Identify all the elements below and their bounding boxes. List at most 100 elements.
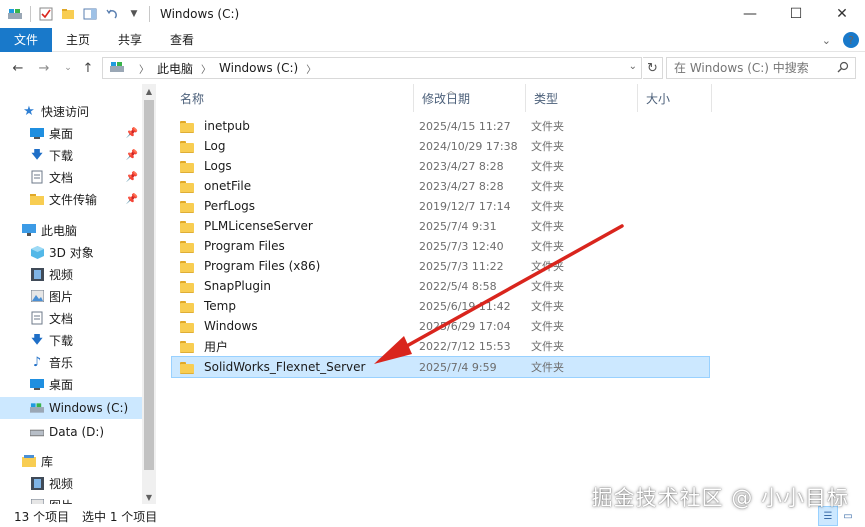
file-name-text: Program Files: [204, 239, 285, 253]
table-row[interactable]: Program Files (x86) 2025/7/3 11:22 文件夹: [172, 256, 709, 276]
table-row[interactable]: Program Files 2025/7/3 12:40 文件夹: [172, 236, 709, 256]
pin-icon[interactable]: 📌: [126, 194, 138, 205]
file-type: 文件夹: [531, 200, 564, 213]
undo-icon[interactable]: [103, 5, 121, 23]
nav-item-desktop[interactable]: 桌面 📌: [30, 122, 142, 144]
table-row[interactable]: onetFile 2023/4/27 8:28 文件夹: [172, 176, 709, 196]
nav-item-library-pictures[interactable]: 图片: [30, 494, 142, 504]
file-date: 2025/7/3 11:22: [419, 259, 504, 273]
nav-item-pictures[interactable]: 图片: [30, 285, 142, 307]
file-name-text: SolidWorks_Flexnet_Server: [204, 360, 366, 374]
file-name: SolidWorks_Flexnet_Server: [180, 360, 365, 374]
table-row[interactable]: 用户 2022/7/12 15:53 文件夹: [172, 336, 709, 356]
pictures-icon: [30, 498, 44, 504]
refresh-button[interactable]: ↻: [643, 57, 663, 79]
scroll-down-icon[interactable]: ▼: [142, 490, 156, 504]
nav-quick-access[interactable]: ★ 快速访问: [22, 100, 158, 122]
properties-icon[interactable]: [37, 5, 55, 23]
table-row[interactable]: PLMLicenseServer 2025/7/4 9:31 文件夹: [172, 216, 709, 236]
search-box[interactable]: [666, 57, 856, 79]
pin-icon[interactable]: 📌: [126, 172, 138, 183]
scroll-up-icon[interactable]: ▲: [142, 84, 156, 98]
tab-file[interactable]: 文件: [0, 27, 52, 52]
nav-item-documents[interactable]: 文档 📌: [30, 166, 142, 188]
nav-item-library-videos[interactable]: 视频: [30, 472, 142, 494]
pin-icon[interactable]: 📌: [126, 150, 138, 161]
nav-item-videos[interactable]: 视频: [30, 263, 142, 285]
title-bar: ▼ Windows (C:) — ☐ ✕: [0, 0, 865, 28]
tab-share[interactable]: 共享: [104, 28, 156, 52]
nav-item-music[interactable]: ♪ 音乐: [30, 351, 142, 373]
nav-label: 桌面: [49, 377, 74, 392]
nav-label: 视频: [49, 267, 74, 282]
navigation-pane: ★ 快速访问 桌面 📌 🡇 下载 📌 文档 📌 文件传输 📌 此电脑 3D 对象…: [0, 84, 158, 504]
nav-label: Windows (C:): [49, 401, 129, 415]
search-input[interactable]: [674, 61, 834, 75]
file-type: 文件夹: [531, 220, 564, 233]
close-button[interactable]: ✕: [819, 0, 865, 28]
file-name: PLMLicenseServer: [180, 219, 313, 233]
table-row[interactable]: Temp 2025/6/19 11:42 文件夹: [172, 296, 709, 316]
nav-item-documents-pc[interactable]: 文档: [30, 307, 142, 329]
table-row[interactable]: Windows 2025/6/29 17:04 文件夹: [172, 316, 709, 336]
nav-item-drive-c[interactable]: Windows (C:): [0, 397, 142, 419]
customize-toolbar-icon[interactable]: ▼: [125, 5, 143, 23]
nav-scrollbar[interactable]: ▲ ▼: [142, 84, 156, 504]
nav-libraries[interactable]: 库: [22, 450, 158, 472]
nav-item-desktop-pc[interactable]: 桌面: [30, 373, 142, 395]
forward-button[interactable]: →: [34, 58, 54, 78]
file-name-text: Log: [204, 139, 226, 153]
column-size[interactable]: 大小: [638, 84, 712, 112]
up-button[interactable]: ↑: [78, 58, 98, 78]
preview-pane-icon[interactable]: [81, 5, 99, 23]
folder-icon: [180, 240, 194, 253]
nav-item-downloads[interactable]: 🡇 下载 📌: [30, 144, 142, 166]
download-icon: 🡇: [31, 147, 43, 161]
drive-window-icon[interactable]: [6, 5, 24, 23]
address-dropdown-icon[interactable]: ⌄: [629, 61, 637, 72]
breadcrumb-separator-icon: 〉: [139, 64, 149, 76]
file-name: PerfLogs: [180, 199, 255, 213]
column-type[interactable]: 类型: [526, 84, 638, 112]
file-date: 2025/7/3 12:40: [419, 239, 504, 253]
nav-label: 文档: [49, 311, 74, 326]
column-modified[interactable]: 修改日期: [414, 84, 526, 112]
nav-item-downloads-pc[interactable]: 🡇 下载: [30, 329, 142, 351]
tab-view[interactable]: 查看: [156, 28, 208, 52]
table-row-selected[interactable]: SolidWorks_Flexnet_Server 2025/7/4 9:59 文件…: [171, 356, 710, 378]
file-date: 2024/10/29 17:38: [419, 139, 518, 153]
nav-label: Data (D:): [49, 425, 105, 439]
nav-item-file-transfer[interactable]: 文件传输 📌: [30, 188, 142, 210]
breadcrumb-drive-c[interactable]: Windows (C:): [219, 61, 298, 75]
expand-ribbon-icon[interactable]: ⌄: [822, 34, 831, 47]
help-icon[interactable]: ?: [843, 32, 859, 48]
table-row[interactable]: inetpub 2025/4/15 11:27 文件夹: [172, 116, 709, 136]
file-type: 文件夹: [531, 180, 564, 193]
minimize-button[interactable]: —: [727, 0, 773, 28]
table-row[interactable]: SnapPlugin 2022/5/4 8:58 文件夹: [172, 276, 709, 296]
pictures-icon: [30, 289, 44, 303]
recent-locations-icon[interactable]: ⌄: [58, 58, 78, 78]
table-row[interactable]: Log 2024/10/29 17:38 文件夹: [172, 136, 709, 156]
back-button[interactable]: ←: [8, 58, 28, 78]
file-type: 文件夹: [531, 280, 564, 293]
tab-home[interactable]: 主页: [52, 28, 104, 52]
file-date: 2022/7/12 15:53: [419, 339, 511, 353]
address-bar[interactable]: 〉 此电脑 〉 Windows (C:) 〉 ⌄: [102, 57, 642, 79]
file-name: 用户: [180, 338, 228, 355]
nav-this-pc[interactable]: 此电脑: [22, 219, 158, 241]
toolbar-divider: [149, 6, 150, 22]
breadcrumb-this-pc[interactable]: 此电脑: [157, 60, 193, 77]
pin-icon[interactable]: 📌: [126, 128, 138, 139]
nav-label: 下载: [49, 333, 74, 348]
column-name[interactable]: 名称: [172, 84, 414, 112]
table-row[interactable]: Logs 2023/4/27 8:28 文件夹: [172, 156, 709, 176]
nav-item-drive-d[interactable]: Data (D:): [30, 421, 142, 443]
nav-label: 音乐: [49, 355, 74, 370]
file-type: 文件夹: [531, 260, 564, 273]
scroll-thumb[interactable]: [144, 100, 154, 470]
maximize-button[interactable]: ☐: [773, 0, 819, 28]
nav-item-3d-objects[interactable]: 3D 对象: [30, 241, 142, 263]
new-folder-icon[interactable]: [59, 5, 77, 23]
table-row[interactable]: PerfLogs 2019/12/7 17:14 文件夹: [172, 196, 709, 216]
